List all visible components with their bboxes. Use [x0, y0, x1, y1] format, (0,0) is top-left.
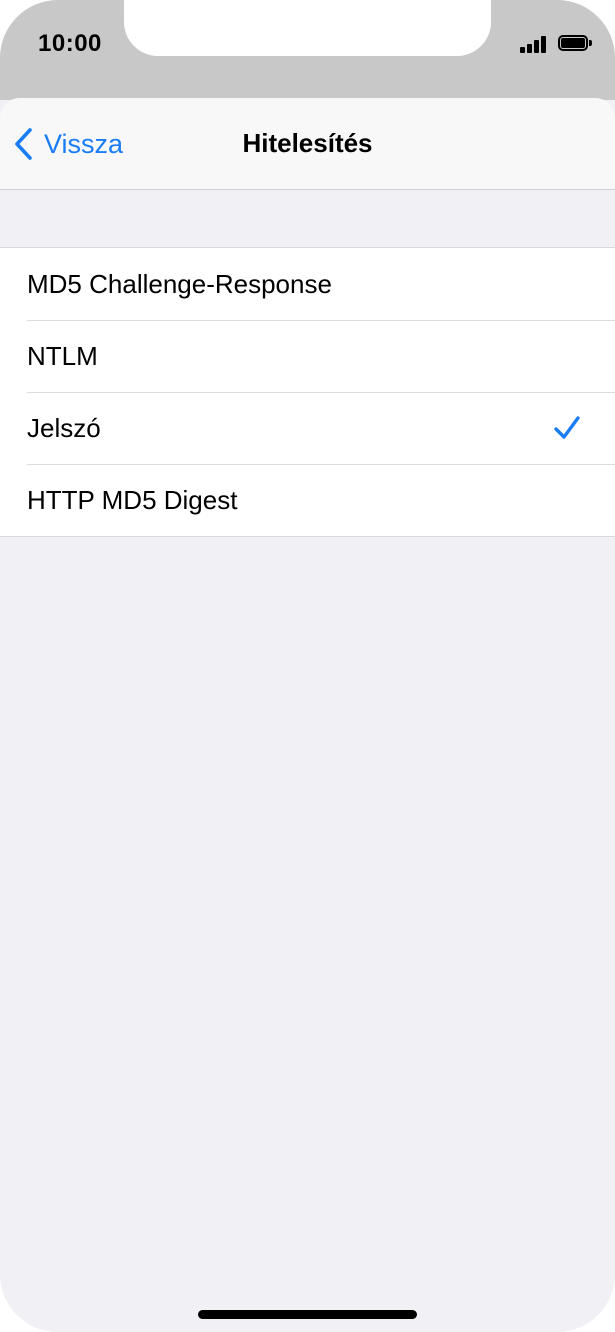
status-bar: 10:00	[0, 0, 615, 100]
option-http-md5-digest[interactable]: HTTP MD5 Digest	[0, 464, 615, 536]
checkmark-icon	[554, 416, 580, 439]
option-label: MD5 Challenge-Response	[27, 268, 332, 299]
battery-icon	[558, 35, 592, 53]
page-title: Hitelesítés	[242, 128, 373, 158]
navigation-bar: Vissza Hitelesítés	[0, 98, 615, 190]
option-password[interactable]: Jelszó	[0, 392, 615, 464]
option-label: Jelszó	[27, 412, 101, 443]
home-indicator[interactable]	[198, 1310, 417, 1319]
status-time: 10:00	[38, 30, 102, 57]
cellular-signal-icon	[520, 35, 550, 53]
notch	[124, 0, 491, 56]
device-screen: 10:00 Vissza Hitelesítés MD5 Challenge-R…	[0, 0, 615, 1332]
authentication-options-list: MD5 Challenge-Response NTLM Jelszó HTTP …	[0, 247, 615, 537]
option-md5-challenge-response[interactable]: MD5 Challenge-Response	[0, 248, 615, 320]
option-ntlm[interactable]: NTLM	[0, 320, 615, 392]
option-label: HTTP MD5 Digest	[27, 484, 238, 515]
option-label: NTLM	[27, 340, 98, 371]
settings-sheet: Vissza Hitelesítés MD5 Challenge-Respons…	[0, 98, 615, 1332]
